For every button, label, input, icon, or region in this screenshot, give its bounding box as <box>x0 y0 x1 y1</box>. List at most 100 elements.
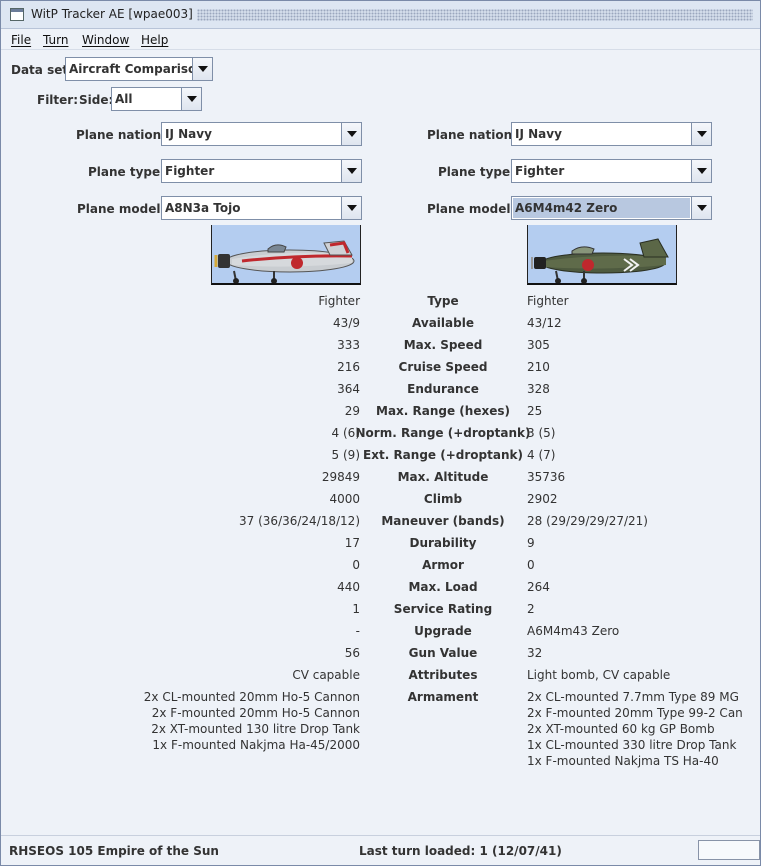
left-model-label: Plane model: <box>77 202 166 216</box>
left-nation-dropdown-button[interactable] <box>341 123 361 145</box>
stat-row-available: 43/9 Available 43/12 <box>1 316 760 332</box>
stat-name: Attributes <box>408 668 478 682</box>
right-armament-list: 2x CL-mounted 7.7mm Type 89 MG 2x F-moun… <box>527 689 743 769</box>
stat-name: Max. Altitude <box>397 470 489 484</box>
window-title: WitP Tracker AE [wpae003] <box>31 7 193 21</box>
status-scenario: RHSEOS 105 Empire of the Sun <box>9 844 219 858</box>
side-dropdown-button[interactable] <box>181 88 201 110</box>
stat-name: Armor <box>422 558 464 572</box>
right-value: 2902 <box>527 492 558 506</box>
stat-row-max-altitude: 29849 Max. Altitude 35736 <box>1 470 760 486</box>
right-nation-label: Plane nation: <box>427 128 517 142</box>
menu-help[interactable]: Help <box>141 33 168 47</box>
dataset-label: Data set: <box>11 63 73 77</box>
stat-name: Max. Load <box>408 580 478 594</box>
left-value: 37 (36/36/24/18/12) <box>239 514 360 528</box>
list-item: 1x F-mounted Nakjma TS Ha-40 <box>527 754 719 768</box>
left-model-select[interactable]: A8N3a Tojo <box>161 196 362 220</box>
left-plane-image <box>211 225 361 285</box>
right-model-value: A6M4m42 Zero <box>515 201 618 215</box>
list-item: 2x CL-mounted 7.7mm Type 89 MG <box>527 690 739 704</box>
menu-turn[interactable]: Turn <box>43 33 68 47</box>
left-nation-select[interactable]: IJ Navy <box>161 122 362 146</box>
menu-window[interactable]: Window <box>82 33 129 47</box>
left-nation-label: Plane nation: <box>76 128 166 142</box>
list-item: 1x CL-mounted 330 litre Drop Tank <box>527 738 737 752</box>
right-value: A6M4m43 Zero <box>527 624 620 638</box>
title-bar-grip <box>197 9 753 21</box>
right-value: Light bomb, CV capable <box>527 668 671 682</box>
right-value: 9 <box>527 536 535 550</box>
right-type-dropdown-button[interactable] <box>691 160 711 182</box>
stat-name: Service Rating <box>393 602 493 616</box>
side-value: All <box>115 92 133 106</box>
stat-row-climb: 4000 Climb 2902 <box>1 492 760 508</box>
chevron-down-icon <box>347 205 357 211</box>
stat-name: Available <box>412 316 474 330</box>
stat-name: Endurance <box>407 382 479 396</box>
right-model-select[interactable]: A6M4m42 Zero <box>511 196 712 220</box>
status-last-turn: Last turn loaded: 1 (12/07/41) <box>359 844 562 858</box>
right-value: 2 <box>527 602 535 616</box>
right-nation-dropdown-button[interactable] <box>691 123 711 145</box>
app-window: WitP Tracker AE [wpae003] File Turn Wind… <box>0 0 761 866</box>
zero-plane-icon <box>531 238 669 283</box>
right-value: 0 <box>527 558 535 572</box>
tojo-plane-icon <box>214 240 355 283</box>
dataset-dropdown-button[interactable] <box>192 58 212 80</box>
stat-row-gun-value: 56 Gun Value 32 <box>1 646 760 662</box>
chevron-down-icon <box>697 205 707 211</box>
stat-name: Type <box>427 294 459 308</box>
list-item: 2x XT-mounted 60 kg GP Bomb <box>527 722 715 736</box>
left-type-label: Plane type: <box>88 165 165 179</box>
left-type-value: Fighter <box>165 164 215 178</box>
right-model-dropdown-button[interactable] <box>691 197 711 219</box>
stat-row-ext-range: 5 (9) Ext. Range (+droptank) 4 (7) <box>1 448 760 464</box>
side-label: Side: <box>79 93 114 107</box>
left-nation-value: IJ Navy <box>165 127 212 141</box>
right-value: 328 <box>527 382 550 396</box>
list-item: 1x F-mounted Nakjma Ha-45/2000 <box>152 738 360 752</box>
stat-row-norm-range: 4 (6) Norm. Range (+droptank) 3 (5) <box>1 426 760 442</box>
right-type-select[interactable]: Fighter <box>511 159 712 183</box>
right-nation-select[interactable]: IJ Navy <box>511 122 712 146</box>
right-type-label: Plane type: <box>438 165 515 179</box>
list-item: 2x XT-mounted 130 litre Drop Tank <box>151 722 360 736</box>
left-type-dropdown-button[interactable] <box>341 160 361 182</box>
right-value: 305 <box>527 338 550 352</box>
chevron-down-icon <box>347 168 357 174</box>
right-value: 35736 <box>527 470 566 484</box>
dataset-select[interactable]: Aircraft Comparison <box>65 57 213 81</box>
status-progress-box <box>698 840 760 860</box>
stat-name: Upgrade <box>414 624 472 638</box>
stat-row-cruise-speed: 216 Cruise Speed 210 <box>1 360 760 376</box>
menu-file[interactable]: File <box>11 33 31 47</box>
filter-label: Filter: <box>37 93 79 107</box>
right-value: 4 (7) <box>527 448 556 462</box>
left-type-select[interactable]: Fighter <box>161 159 362 183</box>
stat-row-endurance: 364 Endurance 328 <box>1 382 760 398</box>
chevron-down-icon <box>697 168 707 174</box>
right-value: 25 <box>527 404 543 418</box>
list-item: 2x F-mounted 20mm Type 99-2 Can <box>527 706 743 720</box>
right-value: 264 <box>527 580 550 594</box>
stat-name: Gun Value <box>408 646 478 660</box>
right-value: 28 (29/29/29/27/21) <box>527 514 648 528</box>
left-armament-list: 2x CL-mounted 20mm Ho-5 Cannon 2x F-moun… <box>144 689 360 753</box>
stat-name: Max. Range (hexes) <box>376 404 510 418</box>
right-value: 3 (5) <box>527 426 556 440</box>
side-select[interactable]: All <box>111 87 202 111</box>
title-bar[interactable]: WitP Tracker AE [wpae003] <box>1 1 760 29</box>
stat-row-armor: 0 Armor 0 <box>1 558 760 574</box>
stat-name: Durability <box>409 536 477 550</box>
left-model-value: A8N3a Tojo <box>165 201 241 215</box>
stat-row-maneuver: 37 (36/36/24/18/12) Maneuver (bands) 28 … <box>1 514 760 530</box>
stat-name: Maneuver (bands) <box>381 514 505 528</box>
left-model-dropdown-button[interactable] <box>341 197 361 219</box>
stat-row-max-speed: 333 Max. Speed 305 <box>1 338 760 354</box>
stat-name: Ext. Range (+droptank) <box>363 448 523 462</box>
stat-row-max-load: 440 Max. Load 264 <box>1 580 760 596</box>
right-plane-image <box>527 225 677 285</box>
chevron-down-icon <box>697 131 707 137</box>
stat-row-attributes: CV capable Attributes Light bomb, CV cap… <box>1 668 760 684</box>
